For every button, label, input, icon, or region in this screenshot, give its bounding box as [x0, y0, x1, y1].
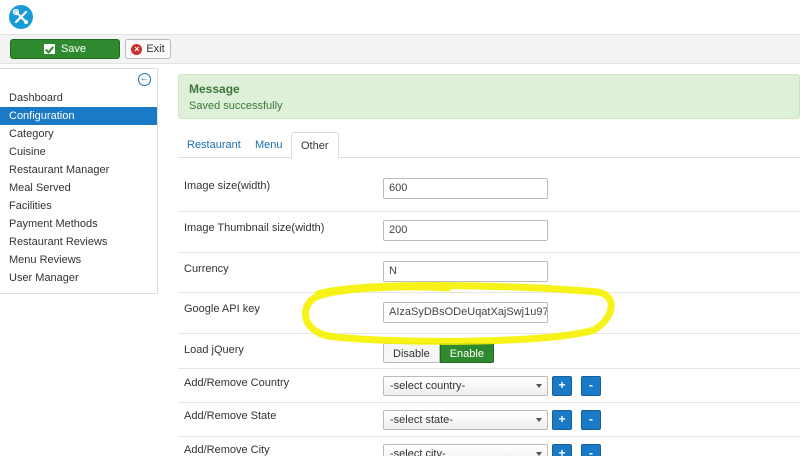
row-image-size: Image size(width) 600	[178, 170, 800, 211]
city-select[interactable]: -select city-	[383, 444, 548, 456]
close-circle-icon: ×	[131, 43, 143, 55]
sidebar-item-restaurant-reviews[interactable]: Restaurant Reviews	[0, 233, 157, 251]
tab-menu[interactable]: Menu	[246, 132, 292, 159]
sidebar-item-cuisine[interactable]: Cuisine	[0, 143, 157, 161]
sidebar-item-payment-methods[interactable]: Payment Methods	[0, 215, 157, 233]
add-country-button[interactable]: +	[552, 376, 572, 396]
remove-country-button[interactable]: -	[581, 376, 601, 396]
row-load-jquery: Load jQuery Disable Enable	[178, 333, 800, 368]
caret-down-icon	[536, 452, 542, 456]
sidebar-item-restaurant-manager[interactable]: Restaurant Manager	[0, 161, 157, 179]
load-jquery-label: Load jQuery	[184, 344, 244, 356]
row-country: Add/Remove Country -select country- + -	[178, 368, 800, 402]
main-content: Message Saved successfully Restaurant Me…	[178, 0, 800, 456]
save-button[interactable]: Save	[10, 39, 120, 59]
city-select-value: -select city-	[390, 448, 446, 456]
jquery-disable-button[interactable]: Disable	[383, 343, 440, 363]
alert-title: Message	[189, 82, 240, 96]
sidebar-item-dashboard[interactable]: Dashboard	[0, 89, 157, 107]
add-state-button[interactable]: +	[552, 410, 572, 430]
country-label: Add/Remove Country	[184, 377, 290, 389]
google-api-key-label: Google API key	[184, 303, 260, 315]
success-alert: Message Saved successfully	[178, 74, 800, 119]
row-thumbnail-size: Image Thumbnail size(width) 200	[178, 211, 800, 252]
image-size-label: Image size(width)	[184, 180, 271, 192]
sidebar-nav: Dashboard Configuration Category Cuisine…	[0, 89, 157, 287]
state-select[interactable]: -select state-	[383, 410, 548, 430]
remove-city-button[interactable]: -	[581, 444, 601, 456]
state-label: Add/Remove State	[184, 410, 277, 422]
sidebar-item-category[interactable]: Category	[0, 125, 157, 143]
row-state: Add/Remove State -select state- + -	[178, 402, 800, 436]
country-select-value: -select country-	[390, 380, 466, 392]
caret-down-icon	[536, 384, 542, 388]
caret-down-icon	[536, 418, 542, 422]
add-city-button[interactable]: +	[552, 444, 572, 456]
load-jquery-toggle: Disable Enable	[383, 343, 494, 363]
sidebar-item-meal-served[interactable]: Meal Served	[0, 179, 157, 197]
currency-label: Currency	[184, 263, 229, 275]
tab-restaurant[interactable]: Restaurant	[178, 132, 250, 159]
exit-button[interactable]: × Exit	[125, 39, 171, 59]
exit-button-label: Exit	[146, 43, 165, 55]
google-api-key-input[interactable]: AIzaSyDBsODeUqatXajSwj1u97-7G	[383, 302, 548, 323]
save-button-label: Save	[60, 43, 87, 55]
sidebar-item-menu-reviews[interactable]: Menu Reviews	[0, 251, 157, 269]
city-label: Add/Remove City	[184, 444, 270, 456]
config-tabs: Restaurant Menu Other	[178, 132, 800, 159]
collapse-arrow-icon[interactable]: ←	[138, 73, 151, 86]
alert-message: Saved successfully	[189, 100, 283, 112]
sidebar-item-configuration[interactable]: Configuration	[0, 107, 157, 125]
remove-state-button[interactable]: -	[581, 410, 601, 430]
currency-input[interactable]: N	[383, 261, 548, 282]
edit-check-icon	[43, 44, 55, 54]
state-select-value: -select state-	[390, 414, 453, 426]
tools-icon[interactable]	[9, 5, 33, 29]
thumbnail-size-label: Image Thumbnail size(width)	[184, 222, 325, 234]
image-size-input[interactable]: 600	[383, 178, 548, 199]
jquery-enable-button[interactable]: Enable	[439, 343, 494, 363]
sidebar: ← Dashboard Configuration Category Cuisi…	[0, 68, 158, 294]
thumbnail-size-input[interactable]: 200	[383, 220, 548, 241]
row-city: Add/Remove City -select city- + -	[178, 436, 800, 456]
sidebar-item-facilities[interactable]: Facilities	[0, 197, 157, 215]
tab-other[interactable]: Other	[291, 132, 339, 159]
row-google-api-key: Google API key AIzaSyDBsODeUqatXajSwj1u9…	[178, 292, 800, 333]
sidebar-item-user-manager[interactable]: User Manager	[0, 269, 157, 287]
country-select[interactable]: -select country-	[383, 376, 548, 396]
row-currency: Currency N	[178, 252, 800, 292]
